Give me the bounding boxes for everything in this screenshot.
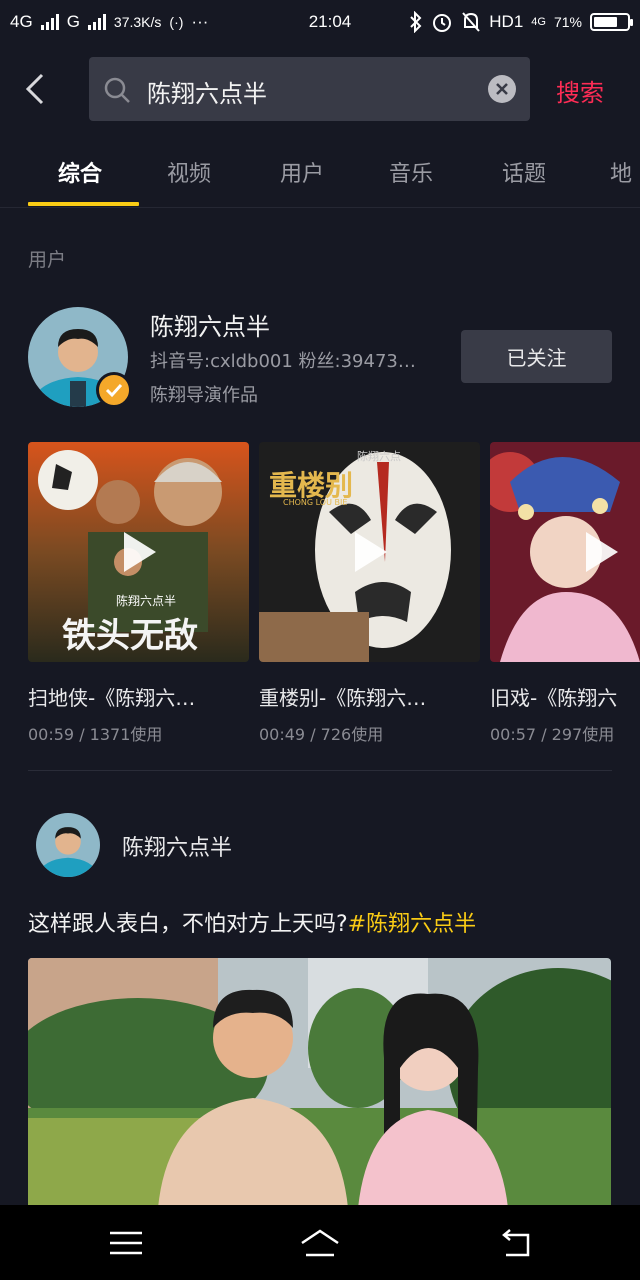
tab-location[interactable]: 地 (610, 156, 632, 188)
search-button[interactable]: 搜索 (556, 73, 604, 108)
battery-icon (590, 13, 633, 31)
play-icon (355, 532, 387, 572)
music-meta: 00:49 / 726使用 (259, 725, 384, 744)
tab-music[interactable]: 音乐 (389, 156, 433, 188)
search-query[interactable]: 陈翔六点半 (147, 74, 267, 109)
music-card[interactable]: 重楼别 CHONG LOU BIE 陈翔六点 重楼别-《陈翔六… 00:49 /… (259, 442, 480, 745)
cover-title-small: 陈翔六点半 (116, 594, 177, 608)
more-indicator: ··· (191, 12, 209, 31)
battery-fill (594, 17, 617, 27)
network-speed: 37.3K/s (113, 14, 162, 30)
tab-bar: 综合 视频 用户 音乐 话题 地 (0, 150, 640, 208)
back-icon[interactable] (20, 69, 56, 109)
post-author[interactable]: 陈翔六点半 (122, 830, 232, 862)
user-name[interactable]: 陈翔六点半 (150, 307, 270, 342)
music-card[interactable]: 陈翔六点半 铁头无敌 扫地侠-《陈翔六… 00:59 / 1371使用 (28, 442, 249, 745)
music-cover[interactable]: 陈翔六点半 铁头无敌 (28, 442, 249, 662)
tab-general[interactable]: 综合 (58, 156, 102, 188)
play-icon (124, 532, 156, 572)
battery-percent: 71% (553, 14, 582, 30)
cover-subtitle: CHONG LOU BIE (283, 498, 348, 507)
music-cover[interactable]: 重楼别 CHONG LOU BIE 陈翔六点 (259, 442, 480, 662)
menu-icon[interactable] (106, 1225, 146, 1261)
signal-icon-2 (87, 14, 106, 30)
user-description: 陈翔导演作品 (150, 385, 258, 406)
tab-active-indicator (28, 202, 139, 206)
post-video-thumbnail[interactable] (28, 958, 611, 1208)
verified-badge (96, 372, 132, 408)
post-avatar[interactable] (36, 813, 100, 877)
section-label-users: 用户 (28, 249, 67, 271)
cover-title: 铁头无敌 (62, 616, 198, 656)
hotspot-icon: (·) (169, 14, 184, 30)
post-caption: 这样跟人表白，不怕对方上天吗?#陈翔六点半 (28, 906, 476, 938)
network-small-label: 4G (531, 16, 546, 28)
music-cover[interactable] (490, 442, 640, 662)
follow-button[interactable]: 已关注 (461, 330, 612, 383)
status-left: 4G G 37.3K/s (·) ··· (10, 12, 280, 32)
search-icon (104, 77, 130, 103)
hd-label: HD1 (489, 12, 524, 31)
return-icon[interactable] (496, 1225, 536, 1261)
signal-icon (40, 14, 59, 30)
section-divider (28, 770, 612, 771)
music-title: 旧戏-《陈翔六 (490, 686, 618, 710)
clock: 21:04 (308, 12, 352, 31)
cover-title-small: 陈翔六点 (357, 450, 401, 463)
user-id-line: 抖音号:cxldb001 粉丝:39473… (150, 351, 416, 372)
search-header: 陈翔六点半 搜索 (0, 57, 640, 121)
bluetooth-icon (410, 11, 422, 33)
tab-video[interactable]: 视频 (167, 156, 211, 188)
tab-users[interactable]: 用户 (280, 156, 324, 188)
post-caption-text: 这样跟人表白，不怕对方上天吗? (28, 912, 348, 937)
status-right: HD1 4G 71% (409, 11, 633, 33)
music-meta: 00:57 / 297使用 (490, 725, 615, 744)
clear-icon[interactable] (488, 75, 516, 103)
music-title: 重楼别-《陈翔六… (259, 686, 427, 710)
check-icon (105, 383, 123, 398)
post-hashtag[interactable]: #陈翔六点半 (348, 912, 476, 937)
music-meta: 00:59 / 1371使用 (28, 725, 163, 744)
mute-icon (462, 12, 481, 32)
status-bar: 4G G 37.3K/s (·) ··· 21:04 HD1 4G 71% (0, 0, 640, 44)
music-card[interactable]: 旧戏-《陈翔六 00:57 / 297使用 (490, 442, 640, 745)
search-input[interactable]: 陈翔六点半 (89, 57, 530, 121)
tab-topics[interactable]: 话题 (502, 156, 546, 188)
network-label-2: G (66, 12, 80, 31)
home-icon[interactable] (298, 1225, 342, 1261)
system-nav-bar (0, 1205, 640, 1280)
music-title: 扫地侠-《陈翔六… (28, 686, 196, 710)
network-label-1: 4G (10, 12, 33, 31)
alarm-icon (433, 14, 452, 32)
play-icon (586, 532, 618, 572)
